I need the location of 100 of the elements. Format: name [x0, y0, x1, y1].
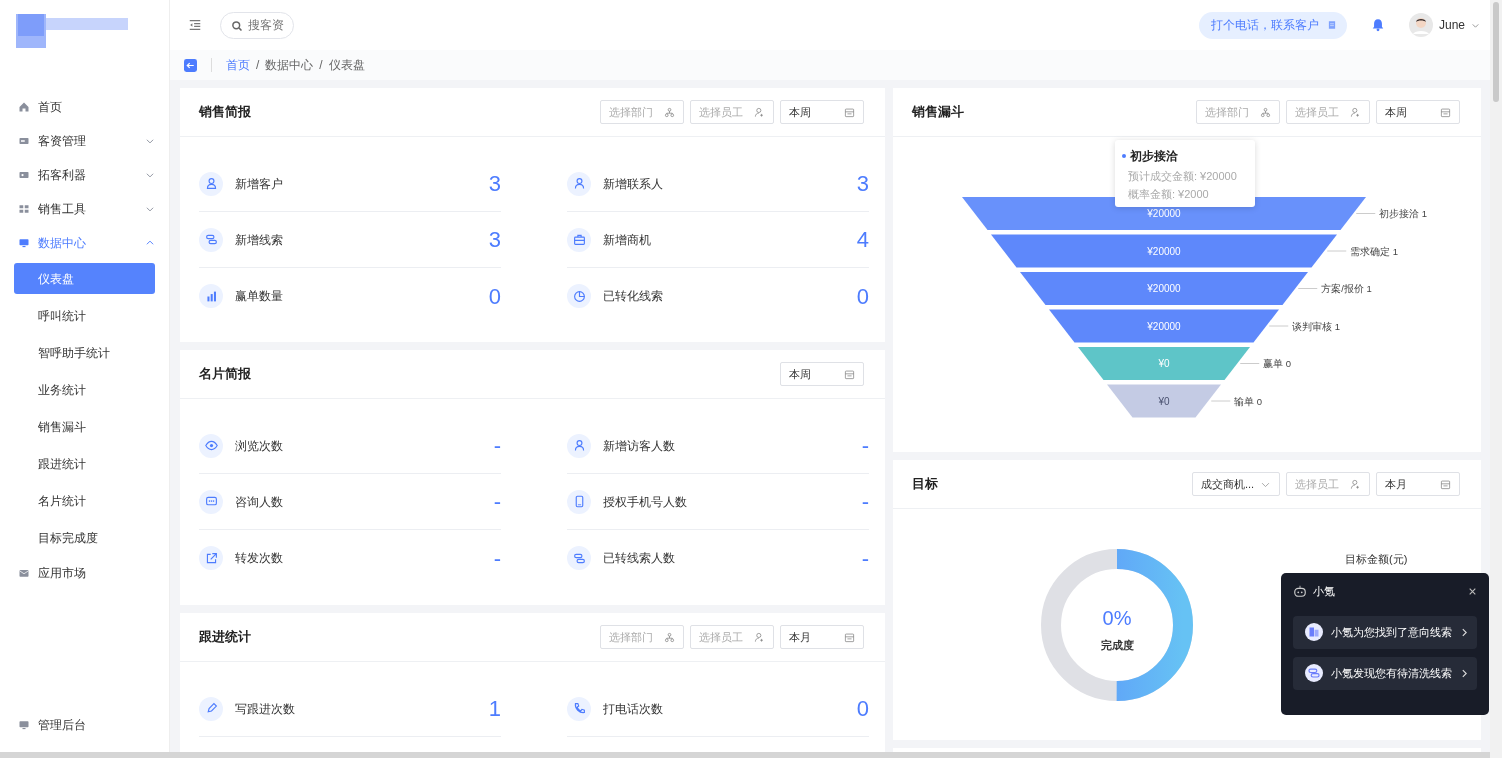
phone-icon — [572, 702, 586, 715]
sidebar-subitem[interactable]: 目标完成度 — [14, 522, 155, 553]
funnel-stage[interactable] — [1049, 309, 1279, 343]
card-title: 目标 — [912, 475, 938, 494]
bar-chart-icon — [204, 289, 218, 303]
scrollbar[interactable] — [1490, 0, 1502, 758]
user-name[interactable]: June — [1438, 16, 1465, 34]
share-icon — [204, 551, 218, 565]
chevron-down-icon — [145, 136, 155, 146]
stat-label: 赢单数量 — [235, 288, 283, 305]
stat-label: 新增联系人 — [603, 175, 663, 193]
chevron-right-icon — [1460, 668, 1469, 678]
select-field[interactable]: 成交商机... — [1192, 472, 1280, 496]
stat-label: 新增客户 — [235, 175, 283, 193]
date-picker[interactable]: 本周 — [780, 100, 864, 124]
card-title: 名片简报 — [199, 365, 251, 384]
stat-value: 4 — [856, 226, 869, 254]
avatar[interactable] — [1408, 13, 1433, 37]
sidebar-item[interactable]: 首页 — [0, 90, 169, 124]
org-icon — [664, 631, 675, 643]
sidebar-item[interactable]: 销售工具 — [0, 192, 169, 226]
chevron-up-icon — [145, 238, 155, 248]
mail-icon — [18, 567, 30, 579]
leader-line — [1355, 213, 1376, 214]
person-icon — [572, 177, 586, 190]
user-add-icon — [754, 106, 765, 118]
stat-value: 0 — [856, 282, 869, 311]
stat-value: - — [493, 488, 501, 516]
search-field[interactable]: 搜客资 — [220, 11, 294, 39]
stat-value: - — [493, 432, 501, 460]
stat-value: 0 — [856, 695, 869, 723]
tooltip-title: 初步接洽 — [1130, 148, 1178, 165]
breadcrumb-separator: / — [319, 57, 323, 74]
scrollbar[interactable] — [0, 752, 1490, 758]
org-icon — [1260, 106, 1271, 118]
sidebar-item[interactable]: 应用市场 — [0, 556, 169, 590]
dot-icon — [1122, 154, 1126, 158]
date-picker[interactable]: 本月 — [780, 625, 864, 649]
phone-book-icon — [1326, 20, 1337, 30]
chat-icon — [204, 495, 218, 508]
calendar-icon — [1440, 106, 1451, 118]
stat-label: 新增线索 — [235, 231, 283, 249]
stage-amount: ¥20000 — [1147, 208, 1181, 219]
ring-caption: 完成度 — [1100, 639, 1134, 651]
sidebar-subitem[interactable]: 业务统计 — [14, 374, 155, 405]
breadcrumb-item: 数据中心 — [265, 57, 314, 74]
sidebar-subitem[interactable]: 跟进统计 — [14, 448, 155, 479]
stat-value: - — [861, 432, 869, 460]
assistant-item[interactable]: 小氪发现您有待清洗线索 — [1293, 656, 1477, 690]
stat-value: 3 — [488, 170, 501, 198]
briefcase-icon — [572, 233, 586, 246]
stage-amount: ¥20000 — [1147, 320, 1181, 332]
assistant-name: 小氪 — [1313, 584, 1335, 599]
sidebar-item[interactable]: 拓客利器 — [0, 158, 169, 192]
stat-value: 3 — [856, 170, 869, 198]
home-icon — [18, 101, 30, 113]
sidebar-subitem[interactable]: 销售漏斗 — [14, 411, 155, 442]
card-title: 跟进统计 — [199, 628, 251, 647]
chevron-right-icon — [1460, 627, 1469, 637]
route-icon — [572, 551, 586, 565]
stat-value: 3 — [488, 226, 501, 254]
assistant-item[interactable]: 小氪为您找到了意向线索 — [1293, 615, 1477, 649]
funnel-stage[interactable] — [991, 234, 1337, 268]
card-title: 销售漏斗 — [912, 103, 964, 122]
stat-value: - — [493, 544, 501, 573]
calendar-icon — [844, 368, 855, 380]
sidebar-subitem[interactable]: 呼叫统计 — [14, 300, 155, 331]
breadcrumb-item: 仪表盘 — [328, 57, 365, 74]
stage-amount: ¥20000 — [1147, 245, 1181, 257]
date-picker[interactable]: 本月 — [1376, 472, 1460, 496]
stage-label: 初步接洽 1 — [1379, 208, 1428, 219]
stat-label: 转发次数 — [235, 550, 283, 567]
close-icon[interactable] — [1468, 586, 1477, 596]
sidebar-subitem[interactable]: 名片统计 — [14, 485, 155, 516]
stage-label: 赢单 0 — [1263, 358, 1292, 369]
sidebar-item[interactable]: 管理后台 — [0, 708, 169, 742]
date-picker[interactable]: 本周 — [1376, 100, 1460, 124]
funnel-stage[interactable] — [1020, 272, 1308, 305]
calendar-icon — [1440, 478, 1451, 490]
card-title: 销售简报 — [199, 103, 251, 122]
stage-label: 谈判审核 1 — [1292, 320, 1341, 332]
pie-chart-icon — [572, 289, 586, 303]
ring-percent: 0% — [1102, 607, 1132, 629]
search-icon — [231, 19, 243, 32]
stat-label: 已转线索人数 — [603, 550, 675, 567]
back-icon[interactable] — [184, 58, 197, 72]
menu-icon[interactable] — [188, 18, 202, 32]
sidebar-item[interactable]: 客资管理 — [0, 124, 169, 158]
tooltip-text: 概率金额: ¥2000 — [1127, 187, 1210, 201]
stage-label: 方案/报价 1 — [1321, 283, 1372, 294]
stat-value: - — [861, 488, 869, 516]
sidebar-subitem[interactable]: 智呼助手统计 — [14, 337, 155, 368]
stat-value: 0 — [488, 282, 501, 311]
funnel-stage[interactable] — [1078, 347, 1250, 380]
breadcrumb-link[interactable]: 首页 — [226, 56, 250, 74]
monitor-icon — [18, 237, 30, 249]
bell-icon[interactable] — [1370, 18, 1385, 32]
sidebar-item[interactable]: 数据中心 — [0, 226, 169, 260]
stat-label: 咨询人数 — [235, 493, 283, 511]
date-picker[interactable]: 本周 — [780, 362, 864, 386]
